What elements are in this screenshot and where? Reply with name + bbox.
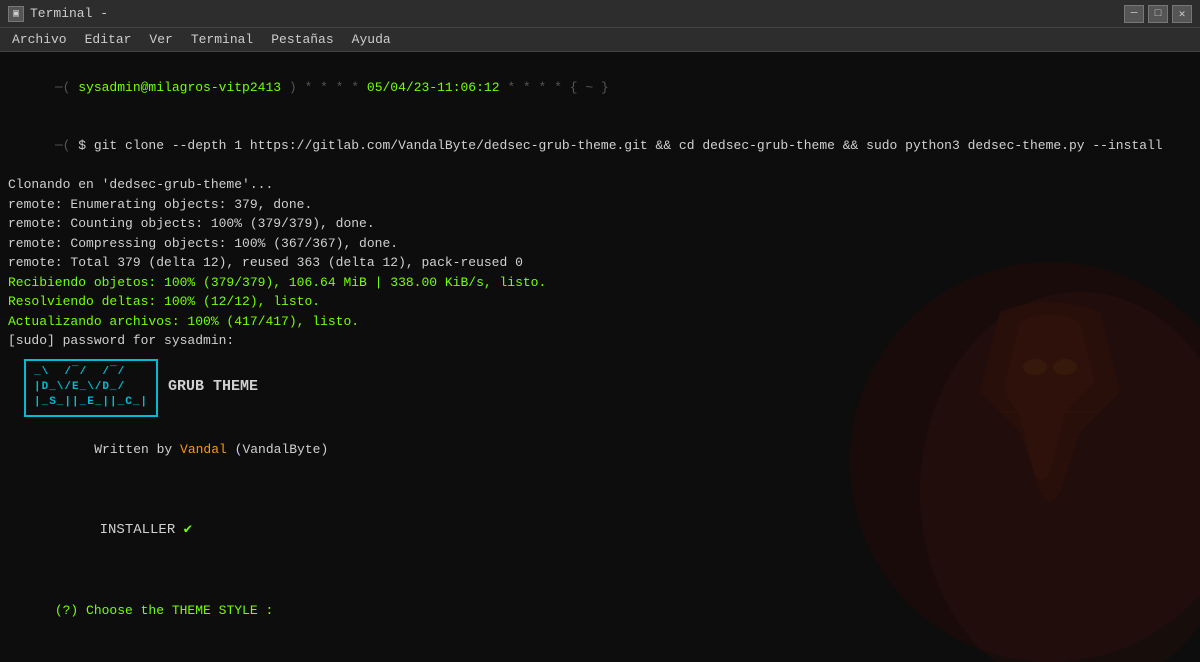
clone-output-3: remote: Counting objects: 100% (379/379)… [8,214,1192,234]
choose-theme-prompt: (?) Choose the THEME STYLE : [8,581,1192,640]
ascii-art-section: _\ /¯/ /¯/ |D_\/E_\/D_/ |_S_||_E_||_C_| … [8,359,1192,417]
window-title: Terminal - [30,6,108,21]
grub-theme-label: GRUB THEME [168,376,258,399]
title-bar-left: ▣ Terminal - [8,6,108,22]
minimize-button[interactable]: ─ [1124,5,1144,23]
close-button[interactable]: ✕ [1172,5,1192,23]
menu-archivo[interactable]: Archivo [4,30,75,49]
window-controls[interactable]: ─ □ ✕ [1124,5,1192,23]
clone-output-7: Resolviendo deltas: 100% (12/12), listo. [8,292,1192,312]
clone-output-4: remote: Compressing objects: 100% (367/3… [8,234,1192,254]
written-by-line: Written by Vandal (VandalByte) [24,421,1192,480]
author-name: Vandal [180,442,227,457]
menu-ayuda[interactable]: Ayuda [344,30,399,49]
blank-line-1 [8,479,1192,499]
clone-output-6: Recibiendo objetos: 100% (379/379), 106.… [8,273,1192,293]
prompt-user-host: sysadmin@milagros-vitp2413 [70,80,281,95]
menu-terminal[interactable]: Terminal [183,30,261,49]
prompt-line: ─( sysadmin@milagros-vitp2413 ) * * * * … [8,58,1192,117]
git-command-line: ─( $ git clone --depth 1 https://gitlab.… [8,117,1192,176]
menu-editar[interactable]: Editar [77,30,140,49]
clone-output-8: Actualizando archivos: 100% (417/417), l… [8,312,1192,332]
menu-ver[interactable]: Ver [141,30,180,49]
terminal-content: ─( sysadmin@milagros-vitp2413 ) * * * * … [8,58,1192,662]
clone-output-5: remote: Total 379 (delta 12), reused 363… [8,253,1192,273]
clone-output-2: remote: Enumerating objects: 379, done. [8,195,1192,215]
dedsec-ascii-art: _\ /¯/ /¯/ |D_\/E_\/D_/ |_S_||_E_||_C_| [24,359,158,417]
installer-checkmark: ✔ [184,522,192,538]
terminal-icon: ▣ [8,6,24,22]
menu-pestanas[interactable]: Pestañas [263,30,341,49]
menu-bar: Archivo Editar Ver Terminal Pestañas Ayu… [0,28,1200,52]
options-row-1: (A) Compact theme (H) LoveTrap theme (O)… [8,640,1192,662]
maximize-button[interactable]: □ [1148,5,1168,23]
title-bar: ▣ Terminal - ─ □ ✕ [0,0,1200,28]
sudo-password-line: [sudo] password for sysadmin: [8,331,1192,351]
blank-line-2 [8,562,1192,582]
terminal-window[interactable]: ─( sysadmin@milagros-vitp2413 ) * * * * … [0,52,1200,662]
installer-line: INSTALLER ✔ [24,499,1192,562]
clone-output-1: Clonando en 'dedsec-grub-theme'... [8,175,1192,195]
